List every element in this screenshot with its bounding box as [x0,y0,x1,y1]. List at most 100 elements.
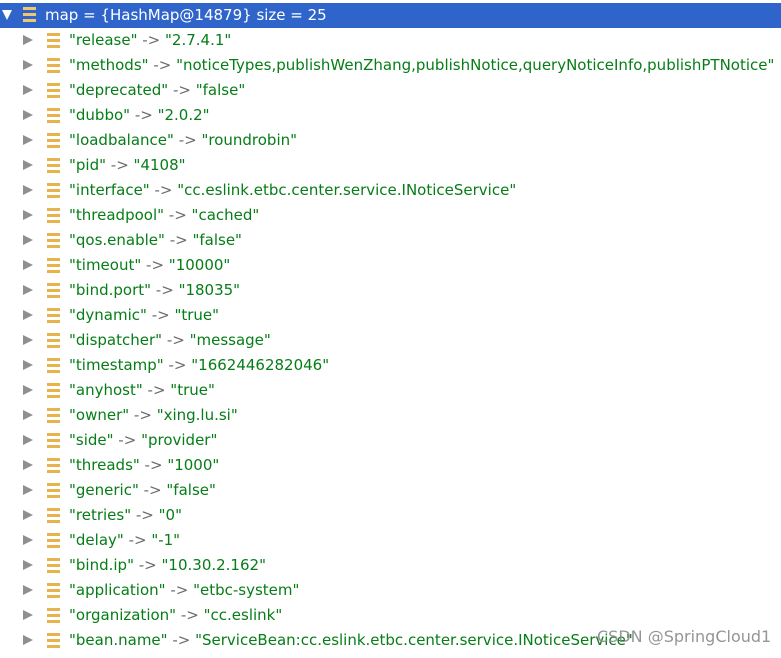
map-entry-row[interactable]: "anyhost" -> "true" [0,378,781,403]
entry-arrow-separator: -> [141,256,169,274]
field-icon [47,483,60,498]
entry-value: "1000" [167,456,220,474]
entry-value: "4108" [133,156,186,174]
map-entry-row[interactable]: "release" -> "2.7.4.1" [0,28,781,53]
field-icon [47,583,60,598]
map-entry-row[interactable]: "bind.ip" -> "10.30.2.162" [0,553,781,578]
entry-key: "timeout" [69,256,142,274]
entry-arrow-separator: -> [168,81,196,99]
tree-root-map[interactable]: map = {HashMap@14879} size = 25 [0,3,781,28]
map-entry-row[interactable]: "dispatcher" -> "message" [0,328,781,353]
map-entry: "pid" -> "4108" [69,156,186,175]
watermark: CSDN @SpringCloud1 [597,627,772,646]
entry-value: "2.7.4.1" [165,31,232,49]
triangle-right-icon[interactable] [23,135,33,145]
field-icon [47,358,60,373]
triangle-right-icon[interactable] [23,110,33,120]
entry-key: "interface" [69,181,150,199]
triangle-right-icon[interactable] [23,35,33,45]
entry-key: "threadpool" [69,206,165,224]
triangle-right-icon[interactable] [23,385,33,395]
field-icon [47,333,60,348]
map-entry-row[interactable]: "timestamp" -> "1662446282046" [0,353,781,378]
map-entry-row[interactable]: "dubbo" -> "2.0.2" [0,103,781,128]
field-icon [47,633,60,648]
entry-key: "delay" [69,531,124,549]
entry-arrow-separator: -> [131,506,159,524]
triangle-right-icon[interactable] [23,610,33,620]
triangle-down-icon[interactable] [2,10,12,20]
field-icon [47,533,60,548]
map-entry-row[interactable]: "interface" -> "cc.eslink.etbc.center.se… [0,178,781,203]
entry-arrow-separator: -> [123,531,152,549]
map-entry-row[interactable]: "loadbalance" -> "roundrobin" [0,128,781,153]
triangle-right-icon[interactable] [23,285,33,295]
entry-arrow-separator: -> [106,156,134,174]
field-icon [47,33,60,48]
triangle-right-icon[interactable] [23,460,33,470]
map-entry-row[interactable]: "owner" -> "xing.lu.si" [0,403,781,428]
map-entry-row[interactable]: "threadpool" -> "cached" [0,203,781,228]
triangle-right-icon[interactable] [23,60,33,70]
map-entry-row[interactable]: "deprecated" -> "false" [0,78,781,103]
entry-arrow-separator: -> [173,131,202,149]
field-icon [47,83,60,98]
map-entry: "bean.name" -> "ServiceBean:cc.eslink.et… [69,631,633,650]
map-entry: "dynamic" -> "true" [69,306,219,325]
map-entry: "dispatcher" -> "message" [69,331,271,350]
triangle-right-icon[interactable] [23,160,33,170]
triangle-right-icon[interactable] [23,410,33,420]
entry-arrow-separator: -> [176,606,204,624]
map-entry-row[interactable]: "qos.enable" -> "false" [0,228,781,253]
triangle-right-icon[interactable] [23,360,33,370]
triangle-right-icon[interactable] [23,185,33,195]
triangle-right-icon[interactable] [23,310,33,320]
field-icon [47,458,60,473]
triangle-right-icon[interactable] [23,485,33,495]
map-entry-row[interactable]: "application" -> "etbc-system" [0,578,781,603]
triangle-right-icon[interactable] [23,635,33,645]
map-entry: "qos.enable" -> "false" [69,231,242,250]
entry-value: "noticeTypes,publishWenZhang,publishNoti… [176,56,775,74]
map-entry-row[interactable]: "retries" -> "0" [0,503,781,528]
triangle-right-icon[interactable] [23,560,33,570]
map-entry-row[interactable]: "methods" -> "noticeTypes,publishWenZhan… [0,53,781,78]
triangle-right-icon[interactable] [23,210,33,220]
triangle-right-icon[interactable] [23,585,33,595]
map-entry-row[interactable]: "bind.port" -> "18035" [0,278,781,303]
entry-key: "threads" [69,456,140,474]
map-entry-row[interactable]: "organization" -> "cc.eslink" [0,603,781,628]
entry-arrow-separator: -> [113,431,142,449]
entry-arrow-separator: -> [138,481,167,499]
map-entry-row[interactable]: "threads" -> "1000" [0,453,781,478]
triangle-right-icon[interactable] [23,85,33,95]
entry-value: "cached" [191,206,260,224]
triangle-right-icon[interactable] [23,510,33,520]
field-icon [47,258,60,273]
entry-arrow-separator: -> [146,306,175,324]
map-entry-row[interactable]: "dynamic" -> "true" [0,303,781,328]
triangle-right-icon[interactable] [23,235,33,245]
map-entry-row[interactable]: "pid" -> "4108" [0,153,781,178]
map-entry-row[interactable]: "generic" -> "false" [0,478,781,503]
map-entry-row[interactable]: "timeout" -> "10000" [0,253,781,278]
entry-arrow-separator: -> [163,356,192,374]
field-icon [47,308,60,323]
map-entry: "side" -> "provider" [69,431,217,450]
triangle-right-icon[interactable] [23,535,33,545]
entry-key: "loadbalance" [69,131,174,149]
entry-value: "false" [195,81,246,99]
triangle-right-icon[interactable] [23,435,33,445]
map-entry-row[interactable]: "delay" -> "-1" [0,528,781,553]
field-icon [47,608,60,623]
entry-arrow-separator: -> [148,56,177,74]
triangle-right-icon[interactable] [23,260,33,270]
map-entry: "delay" -> "-1" [69,531,180,550]
entry-arrow-separator: -> [162,331,190,349]
triangle-right-icon[interactable] [23,335,33,345]
entry-key: "side" [69,431,114,449]
entry-value: "0" [158,506,182,524]
map-entry-row[interactable]: "side" -> "provider" [0,428,781,453]
map-entry: "dubbo" -> "2.0.2" [69,106,210,125]
entry-arrow-separator: -> [129,406,157,424]
